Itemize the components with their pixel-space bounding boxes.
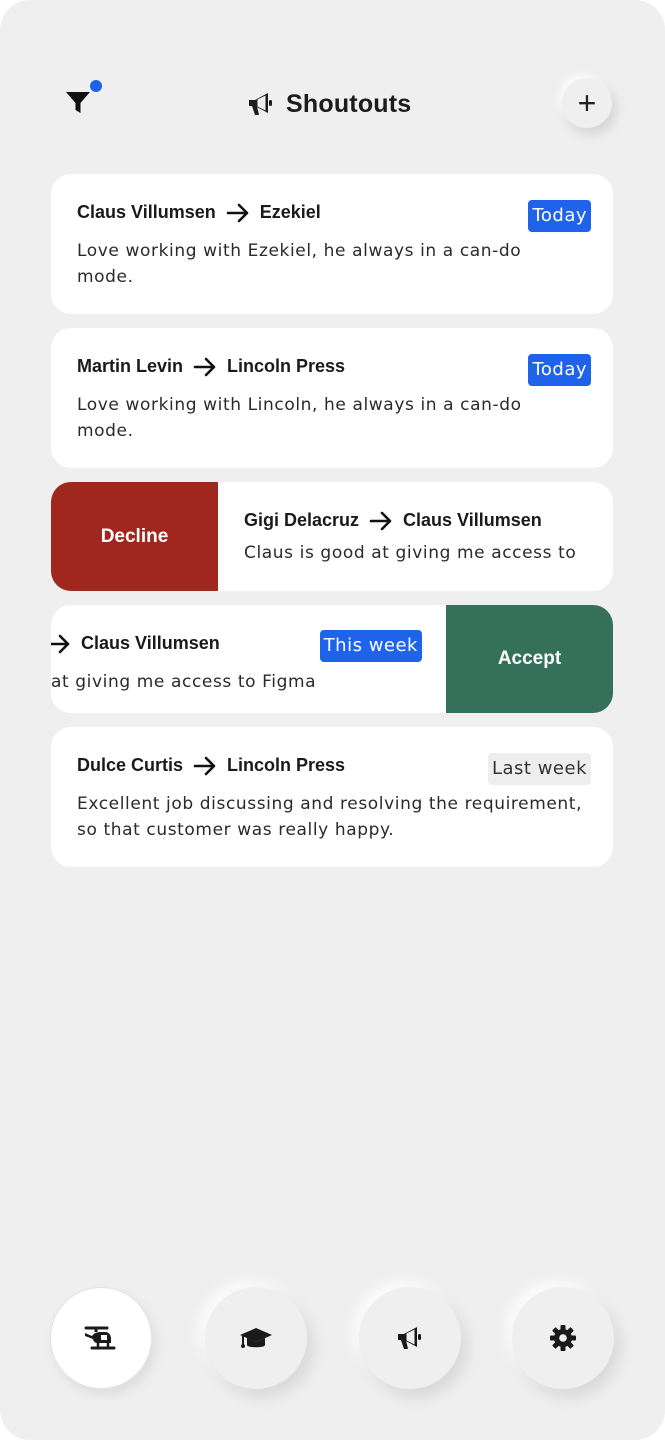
shoutout-header: Gigi Delacruz Claus Villumsen [244,510,542,531]
nav-learning-button[interactable] [205,1287,307,1389]
date-badge: Last week [487,753,591,785]
app-screen: Shoutouts + Claus Villumsen Ezekiel Toda… [0,0,665,1440]
shoutout-header: Dulce Curtis Lincoln Press [77,755,345,776]
shoutout-recipient: Lincoln Press [227,356,346,376]
accept-button[interactable]: Accept [446,605,613,713]
shoutout-card-swiped[interactable]: Claus Villumsen This week at giving me a… [51,605,613,713]
shoutout-message: Love working with Ezekiel, he always in … [77,241,522,287]
shoutout-recipient: Ezekiel [259,202,321,222]
arrow-right-icon [193,756,216,775]
helicopter-icon [84,1326,116,1350]
shoutout-message: Excellent job discussing and resolving t… [77,794,583,840]
shoutout-recipient: Claus Villumsen [403,510,542,530]
shoutout-card[interactable]: Martin Levin Lincoln Press Today Love wo… [51,328,613,468]
shoutout-message: Love working with Lincoln, he always in … [77,395,522,441]
shoutout-recipient: Lincoln Press [227,755,346,775]
megaphone-icon [249,93,272,115]
plus-icon: + [577,85,597,121]
nav-shoutouts-button[interactable] [359,1287,461,1389]
megaphone-icon [398,1327,421,1349]
shoutout-header: Martin Levin Lincoln Press [77,356,345,377]
filter-button[interactable] [60,80,104,120]
shoutout-message: Claus is good at giving me access to [244,543,577,563]
filter-icon [66,92,90,113]
arrow-right-icon [369,511,392,530]
add-shoutout-button[interactable]: + [562,78,612,128]
nav-settings-button[interactable] [512,1287,614,1389]
shoutout-sender: Gigi Delacruz [244,510,360,530]
shoutout-card[interactable]: Dulce Curtis Lincoln Press Last week Exc… [51,727,613,867]
page-title: Shoutouts [246,86,411,122]
shoutout-header: Claus Villumsen Ezekiel [77,202,321,223]
shoutout-card[interactable]: Claus Villumsen Ezekiel Today Love worki… [51,174,613,314]
shoutout-sender: Dulce Curtis [77,755,184,775]
date-badge: Today [528,354,591,386]
shoutout-card-swiped[interactable]: Decline Gigi Delacruz Claus Villumsen Cl… [51,482,613,591]
shoutout-content: Claus Villumsen This week at giving me a… [51,605,446,713]
title-text: Shoutouts [286,89,412,118]
arrow-right-icon [226,203,249,222]
arrow-right-icon [51,634,70,653]
arrow-right-icon [193,357,216,376]
decline-button[interactable]: Decline [51,482,218,591]
shoutout-sender: Claus Villumsen [77,202,216,222]
shoutout-recipient: Claus Villumsen [81,633,220,653]
shoutout-content: Gigi Delacruz Claus Villumsen Claus is g… [218,482,613,591]
shoutout-sender: Martin Levin [77,356,184,376]
filter-active-dot [90,80,102,92]
shoutout-header: Claus Villumsen [51,633,220,654]
date-badge: Today [528,200,591,232]
graduation-cap-icon [240,1328,272,1348]
gear-icon [550,1325,576,1351]
nav-helicopter-button[interactable] [50,1287,152,1389]
shoutout-message: at giving me access to Figma [51,672,317,692]
date-badge: This week [319,630,422,662]
